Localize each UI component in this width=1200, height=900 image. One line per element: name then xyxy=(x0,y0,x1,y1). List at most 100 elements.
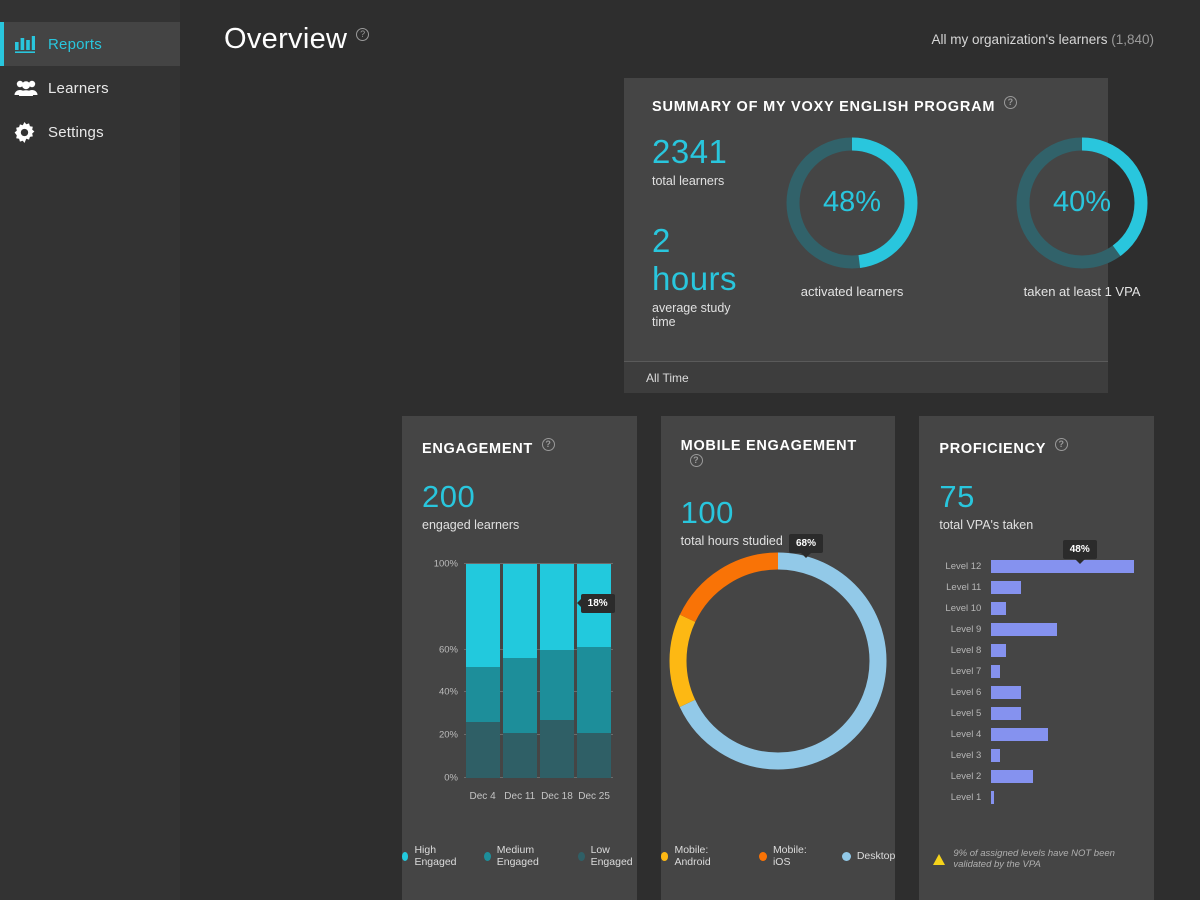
help-icon[interactable]: ? xyxy=(356,27,370,41)
kpi-value: 2341 xyxy=(652,132,728,170)
proficiency-level-label: Level 7 xyxy=(950,666,982,677)
main-content: Overview? All my organization's learners… xyxy=(180,0,1200,900)
proficiency-level-label: Level 1 xyxy=(950,792,982,803)
help-icon[interactable]: ? xyxy=(1004,96,1018,109)
proficiency-bar[interactable] xyxy=(991,749,1001,762)
legend-item-medium-engaged: Medium Engaged xyxy=(484,844,556,868)
sidebar-item-learners[interactable]: Learners xyxy=(0,66,180,110)
sidebar-item-label: Reports xyxy=(48,35,102,53)
proficiency-bar[interactable] xyxy=(991,791,995,804)
proficiency-bar[interactable] xyxy=(991,665,1001,678)
app-root: Reports Learners Settings Overview ? All… xyxy=(0,0,1200,900)
proficiency-track xyxy=(991,749,1140,762)
help-icon[interactable]: ? xyxy=(541,438,555,451)
engagement-value: 200 xyxy=(422,478,476,514)
kpi-value: 2 hours xyxy=(652,221,738,297)
proficiency-row[interactable]: Level 7 xyxy=(933,661,1140,682)
proficiency-row[interactable]: Level 11 xyxy=(933,577,1140,598)
y-axis-tick: 100% xyxy=(433,558,458,570)
legend-item-android: Mobile: Android xyxy=(660,844,738,868)
bar-segment[interactable] xyxy=(465,666,500,723)
bar-column[interactable] xyxy=(465,564,500,778)
proficiency-level-label: Level 3 xyxy=(950,750,982,761)
engagement-label: engaged learners xyxy=(422,517,520,532)
legend-item-low-engaged: Low Engaged xyxy=(578,844,637,868)
proficiency-row[interactable]: Level 5 xyxy=(933,703,1140,724)
bar-segment[interactable] xyxy=(465,564,500,667)
legend-label: Mobile: Android xyxy=(674,844,711,868)
x-axis-label: Dec 18 xyxy=(541,791,573,802)
mobile-donut-svg xyxy=(669,552,887,770)
time-range-filter[interactable]: All Time xyxy=(624,361,1108,393)
engagement-legend: High Engaged Medium Engaged Low Engaged xyxy=(402,844,637,868)
bar-segment[interactable] xyxy=(502,733,537,778)
proficiency-track xyxy=(991,665,1140,678)
proficiency-bar[interactable] xyxy=(991,707,1022,720)
proficiency-row[interactable]: Level 2 xyxy=(933,766,1140,787)
proficiency-row[interactable]: Level 12 48% xyxy=(933,540,1140,577)
donut-value: 48% xyxy=(823,186,882,219)
gear-icon xyxy=(14,121,48,143)
proficiency-chart: Level 12 48% Level 11 Level 10 Level 9 Level … xyxy=(933,540,1140,840)
bar-segment[interactable] xyxy=(465,722,500,778)
bar-segment[interactable] xyxy=(539,564,574,650)
metric-cards: ENGAGEMENT? 200 engaged learners 0% 20% 40… xyxy=(402,416,1155,900)
bar-segment[interactable] xyxy=(502,658,537,734)
proficiency-row[interactable]: Level 3 xyxy=(933,745,1140,766)
organization-filter[interactable]: All my organization's learners (1,840) xyxy=(932,32,1154,47)
summary-kpis: 2341 total learners 2 hours average stud… xyxy=(624,133,737,329)
help-icon[interactable]: ? xyxy=(689,454,703,467)
proficiency-row[interactable]: Level 1 xyxy=(933,787,1140,808)
proficiency-row[interactable]: Level 9 xyxy=(933,619,1140,640)
proficiency-value: 75 xyxy=(939,478,975,514)
summary-card: SUMMARY OF MY VOXY ENGLISH PROGRAM? 2341… xyxy=(624,78,1148,393)
proficiency-bar[interactable] xyxy=(991,644,1007,657)
legend-item-ios: Mobile: iOS xyxy=(759,844,820,868)
proficiency-bar[interactable] xyxy=(991,560,1135,573)
mobile-title-text: MOBILE ENGAGEMENT xyxy=(680,438,857,454)
bar-segment[interactable] xyxy=(502,564,537,659)
donut-taken-vpa: 40% taken at least 1 VPA xyxy=(967,133,1197,301)
sidebar-item-reports[interactable]: Reports xyxy=(0,22,180,66)
proficiency-level-label: Level 8 xyxy=(950,645,982,656)
proficiency-row[interactable]: Level 4 xyxy=(933,724,1140,745)
bar-segment[interactable] xyxy=(577,733,612,778)
engagement-title: ENGAGEMENT? xyxy=(422,438,619,457)
y-axis-tick: 0% xyxy=(444,772,458,784)
donut-caption: taken at least 1 VPA xyxy=(1023,283,1141,299)
proficiency-bar[interactable] xyxy=(991,770,1033,783)
proficiency-bar[interactable] xyxy=(991,623,1057,636)
proficiency-row[interactable]: Level 8 xyxy=(933,640,1140,661)
proficiency-track xyxy=(991,707,1140,720)
proficiency-bar[interactable] xyxy=(991,581,1022,594)
bar-segment[interactable] xyxy=(577,647,612,734)
proficiency-level-label: Level 9 xyxy=(950,624,982,635)
proficiency-bar[interactable] xyxy=(991,728,1048,741)
x-axis-label: Dec 11 xyxy=(504,791,536,802)
proficiency-label: total VPA's taken xyxy=(939,517,1034,532)
legend-item-desktop: Desktop xyxy=(841,844,895,868)
people-icon xyxy=(14,79,48,97)
bar-column[interactable] xyxy=(502,564,537,778)
proficiency-bar[interactable] xyxy=(991,602,1007,615)
proficiency-bar[interactable] xyxy=(991,686,1022,699)
proficiency-row[interactable]: Level 6 xyxy=(933,682,1140,703)
proficiency-title-text: PROFICIENCY xyxy=(939,440,1047,457)
sidebar-item-label: Learners xyxy=(48,79,109,97)
bar-segment[interactable] xyxy=(539,720,574,778)
engagement-title-text: ENGAGEMENT xyxy=(422,440,533,457)
proficiency-tooltip: 48% xyxy=(1062,540,1097,564)
bar-column[interactable] xyxy=(539,564,574,778)
sidebar-item-settings[interactable]: Settings xyxy=(0,110,180,154)
legend-item-high-engaged: High Engaged xyxy=(402,844,462,868)
help-icon[interactable]: ? xyxy=(1055,438,1069,451)
mobile-legend: Mobile: Android Mobile: iOS Desktop xyxy=(660,844,895,868)
proficiency-row[interactable]: Level 10 xyxy=(933,598,1140,619)
y-axis-tick: 40% xyxy=(438,686,458,698)
mobile-donut: 68% xyxy=(663,534,893,776)
warning-icon xyxy=(933,853,946,865)
bar-segment[interactable] xyxy=(539,649,574,721)
summary-title-text: SUMMARY OF MY VOXY ENGLISH PROGRAM xyxy=(652,98,996,115)
engagement-tooltip: 18% xyxy=(576,593,615,613)
